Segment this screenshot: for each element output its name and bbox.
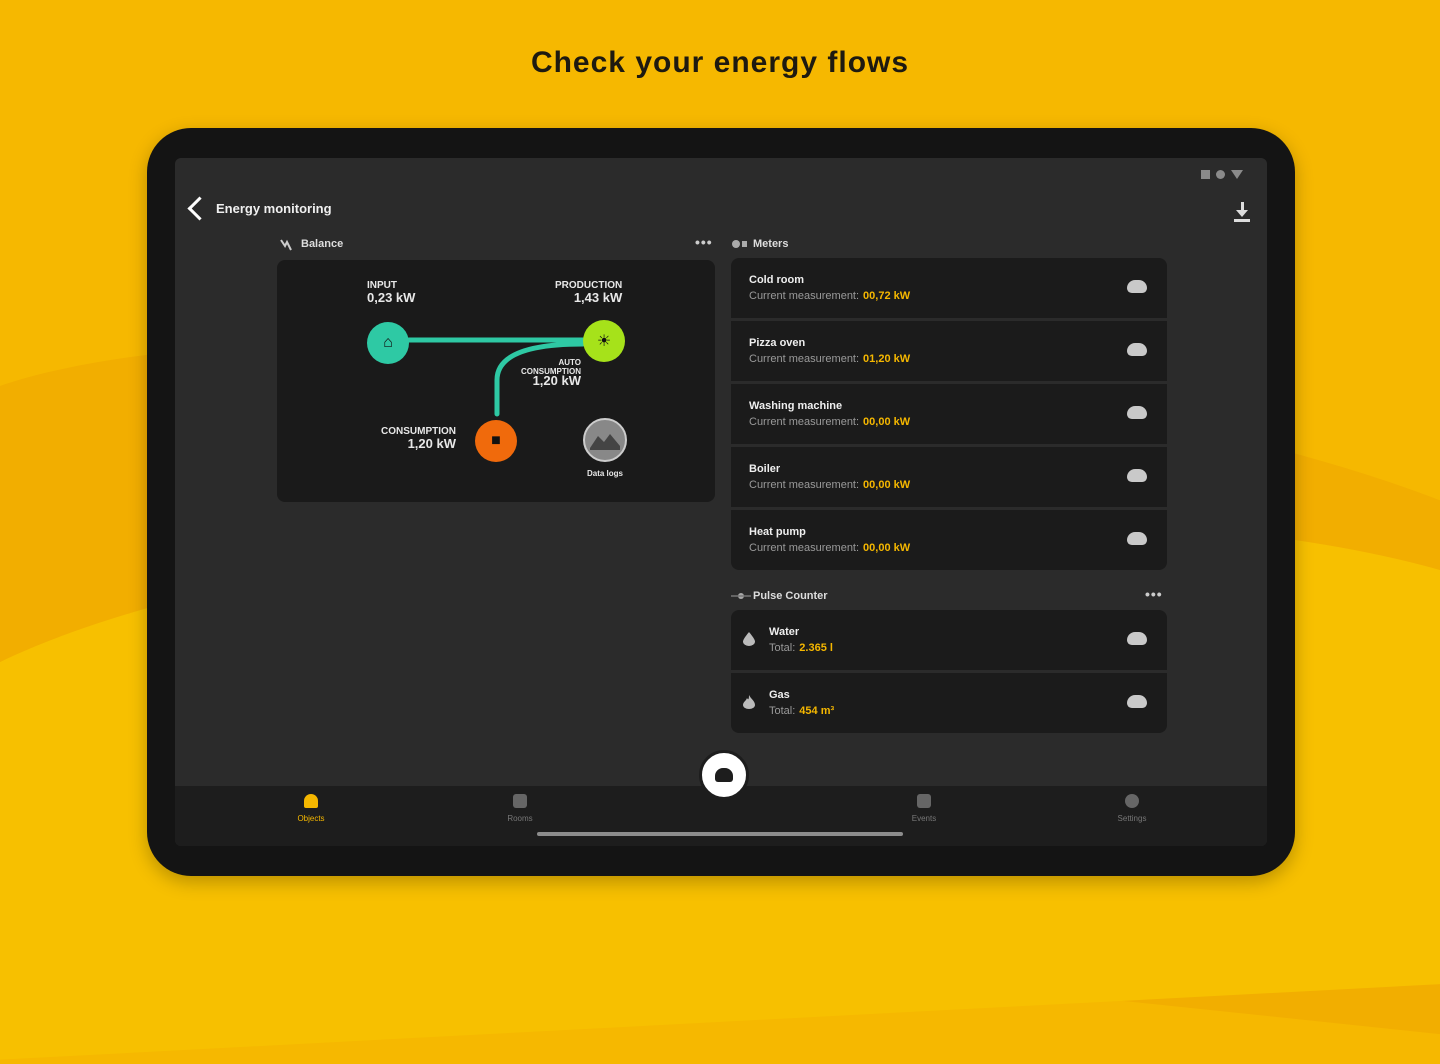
cloud-icon[interactable] bbox=[1127, 343, 1147, 356]
balance-icon bbox=[279, 238, 295, 251]
meters-section-header: Meters bbox=[731, 238, 788, 250]
gear-icon bbox=[1125, 794, 1139, 808]
balance-more-icon[interactable]: ••• bbox=[695, 234, 713, 250]
list-item[interactable]: Boiler Current measurement: 00,00 kW bbox=[731, 447, 1167, 510]
sun-icon[interactable]: ☀ bbox=[583, 320, 625, 362]
chart-logs-icon[interactable] bbox=[583, 418, 627, 462]
cloud-icon[interactable] bbox=[1127, 280, 1147, 293]
tablet-frame: Energy monitoring Balance ••• INPUT 0,23… bbox=[147, 128, 1295, 876]
pulse-section-header: Pulse Counter bbox=[731, 590, 828, 602]
rooms-icon bbox=[513, 794, 527, 808]
nav-objects[interactable]: Objects bbox=[271, 794, 351, 823]
house-icon[interactable]: ■ bbox=[475, 420, 517, 462]
pulse-more-icon[interactable]: ••• bbox=[1145, 586, 1163, 602]
nav-settings[interactable]: Settings bbox=[1092, 794, 1172, 823]
cloud-icon[interactable] bbox=[1127, 632, 1147, 645]
balance-section-header: Balance bbox=[279, 238, 344, 251]
list-item[interactable]: Gas Total: 454 m³ bbox=[731, 673, 1167, 733]
balance-title: Balance bbox=[301, 238, 344, 250]
list-item[interactable]: Pizza oven Current measurement: 01,20 kW bbox=[731, 321, 1167, 384]
flow-lines bbox=[406, 337, 586, 417]
headline: Check your energy flows bbox=[530, 46, 910, 79]
list-item[interactable]: Heat pump Current measurement: 00,00 kW bbox=[731, 510, 1167, 570]
input-label: INPUT 0,23 kW bbox=[367, 280, 416, 305]
app-screen: Energy monitoring Balance ••• INPUT 0,23… bbox=[175, 158, 1267, 846]
cloud-icon[interactable] bbox=[1127, 695, 1147, 708]
list-item[interactable]: Water Total: 2.365 l bbox=[731, 610, 1167, 673]
meter-icon bbox=[731, 238, 747, 250]
download-icon[interactable] bbox=[1233, 202, 1251, 222]
chat-icon bbox=[917, 794, 931, 808]
pulse-icon bbox=[731, 590, 751, 602]
nav-rooms[interactable]: Rooms bbox=[480, 794, 560, 823]
data-logs-label: Data logs bbox=[586, 469, 623, 478]
home-button[interactable] bbox=[699, 750, 749, 800]
balance-card: INPUT 0,23 kW PRODUCTION 1,43 kW ⌂ ☀ AUT… bbox=[277, 260, 715, 502]
list-item[interactable]: Cold room Current measurement: 00,72 kW bbox=[731, 258, 1167, 321]
flame-icon bbox=[743, 695, 755, 709]
cloud-icon[interactable] bbox=[1127, 406, 1147, 419]
auto-consumption-label: AUTO CONSUMPTION 1,20 kW bbox=[521, 358, 581, 388]
back-arrow-icon[interactable] bbox=[187, 196, 212, 221]
app-bar: Energy monitoring bbox=[183, 196, 332, 221]
list-item[interactable]: Washing machine Current measurement: 00,0… bbox=[731, 384, 1167, 447]
drop-icon bbox=[743, 632, 755, 646]
page-title: Energy monitoring bbox=[216, 201, 332, 216]
pulse-list: Water Total: 2.365 l Gas Total: 454 m³ bbox=[731, 610, 1167, 733]
consumption-label: CONSUMPTION 1,20 kW bbox=[381, 426, 456, 451]
home-icon bbox=[715, 768, 733, 782]
grid-pylon-icon[interactable]: ⌂ bbox=[367, 322, 409, 364]
status-bar bbox=[1201, 170, 1243, 179]
signal-icon bbox=[1201, 170, 1210, 179]
production-label: PRODUCTION 1,43 kW bbox=[555, 280, 623, 305]
home-indicator[interactable] bbox=[537, 832, 903, 836]
nav-events[interactable]: Events bbox=[884, 794, 964, 823]
meters-title: Meters bbox=[753, 238, 789, 250]
meters-list: Cold room Current measurement: 00,72 kW P… bbox=[731, 258, 1167, 570]
bulb-icon bbox=[304, 794, 318, 808]
cloud-icon[interactable] bbox=[1127, 469, 1147, 482]
cloud-icon[interactable] bbox=[1127, 532, 1147, 545]
battery-icon bbox=[1216, 170, 1225, 179]
pulse-title: Pulse Counter bbox=[753, 590, 828, 602]
wifi-icon bbox=[1231, 170, 1243, 179]
